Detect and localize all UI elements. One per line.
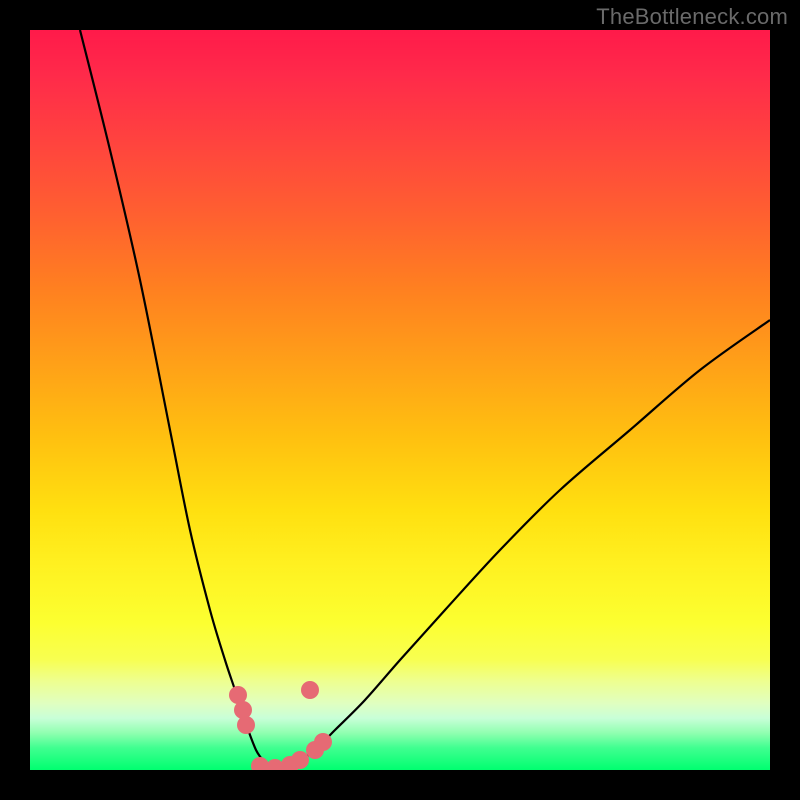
plot-area <box>30 30 770 770</box>
watermark: TheBottleneck.com <box>596 4 788 30</box>
gradient-background <box>30 30 770 770</box>
